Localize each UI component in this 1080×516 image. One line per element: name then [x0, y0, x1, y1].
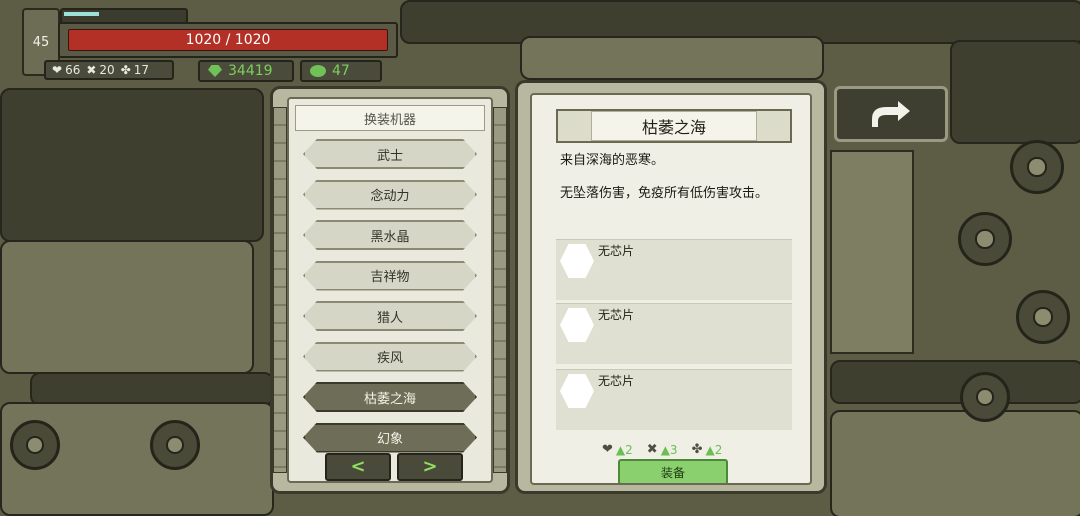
mech-name-bar: 枯萎之海: [556, 109, 792, 143]
page-arrows: < >: [325, 453, 463, 481]
hp-bar: 1020 / 1020: [68, 29, 388, 51]
bonus-attack: ✖ ▲3: [646, 442, 678, 457]
description-line: 无坠落伤害，免疫所有低伤害攻击。: [560, 186, 769, 201]
gear-icon: [958, 212, 1012, 266]
stat-heart: ❤ 66: [52, 63, 81, 77]
mech-detail-inner: 枯萎之海 来自深海的恶寒。 无坠落伤害，免疫所有低伤害攻击。 无芯片 无芯片 无…: [530, 93, 812, 485]
panel-rail-right: [493, 107, 507, 473]
chip-slot[interactable]: 无芯片: [556, 369, 792, 430]
back-button[interactable]: [834, 86, 948, 142]
bonus-heart: ❤ ▲2: [602, 442, 633, 457]
mech-detail-panel: 枯萎之海 来自深海的恶寒。 无坠落伤害，免疫所有低伤害攻击。 无芯片 无芯片 无…: [515, 80, 827, 494]
mech-item-phantom[interactable]: 幻象: [303, 422, 477, 453]
background-machine: [0, 240, 254, 374]
crossed-wrench-icon: ✖: [86, 63, 97, 77]
hp-frame: 1020 / 1020: [58, 22, 398, 58]
background-right-floor: [830, 410, 1080, 516]
gear-icon: [1016, 290, 1070, 344]
next-page-button[interactable]: >: [397, 453, 463, 481]
chip-slot-label: 无芯片: [598, 308, 635, 322]
mech-item-mascot[interactable]: 吉祥物: [303, 260, 477, 291]
return-arrow-icon: [872, 101, 910, 127]
mech-item-black-crystal[interactable]: 黑水晶: [303, 220, 477, 250]
background-right-machine: [950, 40, 1080, 144]
gem-counter: 34419: [198, 60, 294, 82]
prev-page-button[interactable]: <: [325, 453, 391, 481]
gear-icon: [10, 420, 60, 470]
mech-item-samurai[interactable]: 武士: [303, 139, 477, 169]
mech-select-panel: 换装机器 武士 念动力 黑水晶 吉祥物 猎人 疾风 枯萎之海 幻象 < >: [270, 86, 510, 494]
hp-text: 1020 / 1020: [185, 32, 271, 48]
player-stats: ❤ 66 ✖ 20 ✤ 17: [44, 60, 174, 80]
clover-icon: ✤: [691, 442, 703, 457]
background-pipe: [30, 372, 274, 406]
background-tanks: [0, 88, 264, 242]
chevron-left-icon: <: [350, 456, 366, 477]
mech-item-gale[interactable]: 疾风: [303, 341, 477, 372]
chip-hex-icon: [560, 374, 594, 408]
stat-attack: ✖ 20: [86, 63, 115, 77]
description-line: 来自深海的恶寒。: [560, 153, 665, 168]
panel-rail-left: [273, 107, 287, 473]
gem-icon: [208, 65, 222, 77]
mech-description: 来自深海的恶寒。 无坠落伤害，免疫所有低伤害攻击。: [560, 151, 794, 217]
stat-bonus-row: ❤ ▲2 ✖ ▲3 ✤ ▲2: [602, 442, 722, 457]
heart-icon: ❤: [602, 442, 613, 457]
mech-item-withered-sea[interactable]: 枯萎之海: [303, 382, 477, 412]
clover-icon: ✤: [120, 63, 131, 77]
chip-slot[interactable]: 无芯片: [556, 239, 792, 300]
chevron-right-icon: >: [422, 456, 438, 477]
panel-title: 换装机器: [295, 105, 485, 131]
bonus-luck: ✤ ▲2: [691, 442, 723, 457]
chip-slot-label: 无芯片: [598, 244, 635, 258]
crossed-wrench-icon: ✖: [646, 442, 658, 457]
equip-button[interactable]: 装备: [618, 459, 728, 483]
orb-counter: 47: [300, 60, 382, 82]
xp-fill: [64, 12, 100, 16]
chip-slot[interactable]: 无芯片: [556, 303, 792, 364]
mech-select-inner: 换装机器 武士 念动力 黑水晶 吉祥物 猎人 疾风 枯萎之海 幻象 < >: [287, 97, 493, 483]
heart-icon: ❤: [52, 63, 63, 77]
mech-item-hunter[interactable]: 猎人: [303, 301, 477, 331]
gear-icon: [960, 372, 1010, 422]
chip-hex-icon: [560, 244, 594, 278]
chip-hex-icon: [560, 308, 594, 342]
mech-list: 武士 念动力 黑水晶 吉祥物 猎人 疾风 枯萎之海 幻象: [303, 139, 477, 463]
background-top-tank: [520, 36, 824, 80]
background-right-pipe: [830, 360, 1080, 404]
chip-slot-label: 无芯片: [598, 374, 635, 388]
mech-name: 枯萎之海: [590, 111, 757, 141]
background-robot: [830, 150, 914, 354]
gear-icon: [150, 420, 200, 470]
stat-luck: ✤ 17: [120, 63, 150, 77]
gear-icon: [1010, 140, 1064, 194]
mech-item-telekinesis[interactable]: 念动力: [303, 179, 477, 210]
orb-icon: [310, 65, 326, 77]
